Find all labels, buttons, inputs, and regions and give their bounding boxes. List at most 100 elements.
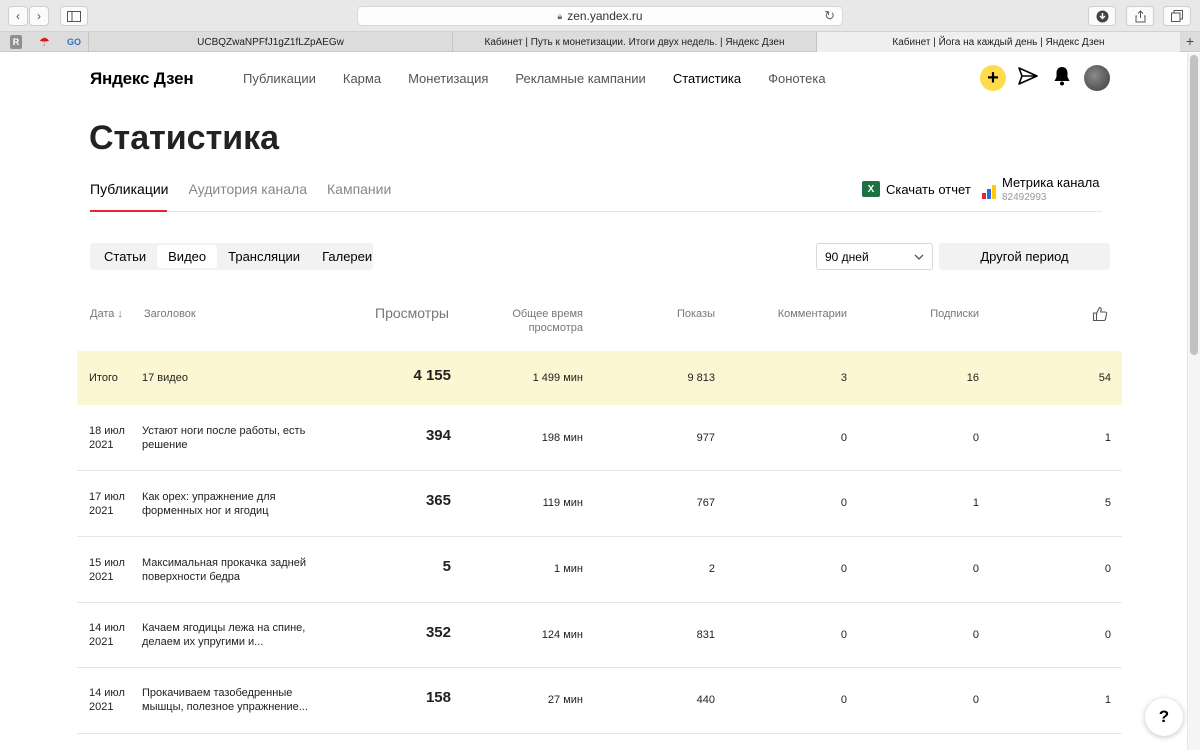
- reload-icon[interactable]: ↻: [824, 8, 835, 24]
- table-row[interactable]: 17 июл 2021 Как орех: упражнение для форме…: [77, 471, 1122, 537]
- metrika-id: 82492993: [1002, 192, 1047, 203]
- row-views: 158: [425, 689, 451, 706]
- nav-phonoteka[interactable]: Фонотека: [768, 71, 825, 86]
- nav-ad-campaigns[interactable]: Рекламные кампании: [515, 71, 645, 86]
- row-likes: 1: [1104, 694, 1111, 706]
- back-button[interactable]: ‹: [8, 6, 28, 26]
- table-row[interactable]: 14 июл 2021 Прокачиваем тазобедренные мышц…: [77, 668, 1122, 734]
- row-comments: 0: [840, 497, 847, 509]
- col-subs-header[interactable]: Подписки: [910, 307, 979, 321]
- col-title-header: Заголовок: [144, 308, 196, 320]
- row-views: 394: [425, 427, 451, 444]
- total-comments: 3: [840, 372, 847, 384]
- nav-monetization[interactable]: Монетизация: [408, 71, 488, 86]
- subtab-audience[interactable]: Аудитория канала: [188, 181, 307, 197]
- row-time: 119 мин: [542, 497, 583, 509]
- col-date-header[interactable]: Дата ↓: [90, 307, 123, 321]
- stats-subtabs: Публикации Аудитория канала Кампании: [90, 181, 391, 197]
- total-time: 1 499 мин: [532, 372, 583, 384]
- col-views-header[interactable]: Просмотры: [375, 305, 449, 321]
- lock-icon: 🔒︎: [557, 10, 563, 21]
- metrika-link[interactable]: Метрика канала 82492993: [982, 175, 1099, 203]
- table-row[interactable]: 18 июл 2021 Устают ноги после работы, ест…: [77, 406, 1122, 471]
- sidebar-icon: [67, 10, 81, 22]
- row-comments: 0: [840, 629, 847, 641]
- share-button[interactable]: [1126, 6, 1154, 26]
- umbrella-bookmark-icon[interactable]: ☂: [39, 35, 50, 49]
- other-period-button[interactable]: Другой период: [939, 243, 1110, 270]
- total-views: 4 155: [413, 367, 451, 384]
- zen-logo[interactable]: Яндекс Дзен: [90, 69, 194, 89]
- content-type-switch: Статьи Видео Трансляции Галереи: [90, 243, 373, 270]
- row-shows: 977: [696, 432, 715, 444]
- row-date: 14 июл 2021: [89, 687, 125, 713]
- row-date: 18 июл 2021: [89, 425, 125, 451]
- nav-publications[interactable]: Публикации: [243, 71, 316, 86]
- chevron-down-icon: [914, 254, 924, 260]
- help-button[interactable]: ?: [1145, 698, 1183, 736]
- download-icon: [1096, 10, 1108, 22]
- top-nav: Публикации Карма Монетизация Рекламные к…: [243, 71, 826, 86]
- subtabs-divider: [90, 211, 1102, 212]
- row-subs: 0: [972, 432, 979, 444]
- row-views: 365: [425, 492, 451, 509]
- table-row[interactable]: 15 июл 2021 Максимальная прокачка задней п…: [77, 537, 1122, 603]
- row-subs: 1: [972, 497, 979, 509]
- page-scrollbar[interactable]: [1187, 53, 1200, 750]
- share-icon: [1135, 9, 1145, 22]
- active-subtab-underline: [90, 210, 167, 212]
- r-bookmark-icon[interactable]: R: [10, 35, 22, 49]
- col-time-header[interactable]: Общее время просмотра: [505, 307, 583, 335]
- nav-statistics[interactable]: Статистика: [673, 71, 741, 86]
- row-shows: 440: [696, 694, 715, 706]
- subtab-campaigns[interactable]: Кампании: [327, 181, 391, 197]
- sidebar-toggle-button[interactable]: [60, 6, 88, 26]
- tabs-bar: R ☂ GO UCBQZwaNPFfJ1gZ1fLZpAEGw Кабинет …: [0, 32, 1200, 52]
- address-bar[interactable]: 🔒︎ zen.yandex.ru ↻: [357, 6, 843, 26]
- avatar[interactable]: [1084, 65, 1110, 91]
- new-tab-button[interactable]: +: [1186, 33, 1194, 49]
- browser-tab-1[interactable]: UCBQZwaNPFfJ1gZ1fLZpAEGw: [88, 32, 452, 52]
- row-views: 352: [425, 624, 451, 641]
- row-title[interactable]: Качаем ягодицы лежа на спине, делаем их у…: [142, 621, 332, 649]
- row-title[interactable]: Устают ноги после работы, есть решение: [142, 424, 332, 452]
- col-shows-header[interactable]: Показы: [660, 307, 715, 321]
- period-select[interactable]: 90 дней: [816, 243, 933, 270]
- row-time: 27 мин: [547, 694, 583, 706]
- thumbs-up-icon[interactable]: [1092, 306, 1108, 326]
- row-comments: 0: [840, 432, 847, 444]
- browser-tab-3[interactable]: Кабинет | Йога на каждый день | Яндекс Д…: [816, 32, 1180, 52]
- forward-button[interactable]: ›: [29, 6, 49, 26]
- row-comments: 0: [840, 563, 847, 575]
- download-report-button[interactable]: X Скачать отчет: [862, 181, 971, 197]
- sort-arrow-icon: ↓: [114, 308, 123, 320]
- row-likes: 0: [1104, 629, 1111, 641]
- scrollbar-thumb[interactable]: [1190, 55, 1198, 355]
- nav-karma[interactable]: Карма: [343, 71, 381, 86]
- plus-icon[interactable]: +: [980, 65, 1006, 91]
- total-subs: 16: [966, 372, 979, 384]
- row-views: 5: [442, 558, 451, 575]
- row-shows: 831: [696, 629, 715, 641]
- row-likes: 1: [1104, 432, 1111, 444]
- row-subs: 0: [972, 629, 979, 641]
- subtab-publications[interactable]: Публикации: [90, 181, 168, 197]
- row-title[interactable]: Как орех: упражнение для форменных ног и …: [142, 490, 332, 518]
- row-title[interactable]: Максимальная прокачка задней поверхности …: [142, 556, 332, 584]
- table-row[interactable]: 14 июл 2021 Качаем ягодицы лежа на спине,…: [77, 603, 1122, 668]
- type-streams[interactable]: Трансляции: [217, 245, 311, 268]
- total-row: Итого 17 видео 4 155 1 499 мин 9 813 3 1…: [77, 351, 1122, 405]
- total-likes: 54: [1098, 372, 1111, 384]
- tabs-overview-button[interactable]: [1163, 6, 1191, 26]
- type-galleries[interactable]: Галереи: [311, 245, 383, 268]
- type-articles[interactable]: Статьи: [93, 245, 157, 268]
- metrika-icon: [982, 185, 996, 199]
- row-title[interactable]: Прокачиваем тазобедренные мышцы, полезное…: [142, 686, 332, 714]
- type-video[interactable]: Видео: [157, 245, 218, 268]
- bell-icon[interactable]: [1053, 66, 1071, 91]
- col-comments-header[interactable]: Комментарии: [767, 307, 847, 321]
- link-bookmark-icon[interactable]: GO: [67, 35, 81, 49]
- browser-tab-2[interactable]: Кабинет | Путь к монетизации. Итоги двух…: [452, 32, 816, 52]
- downloads-button[interactable]: [1088, 6, 1116, 26]
- send-icon[interactable]: [1018, 67, 1038, 90]
